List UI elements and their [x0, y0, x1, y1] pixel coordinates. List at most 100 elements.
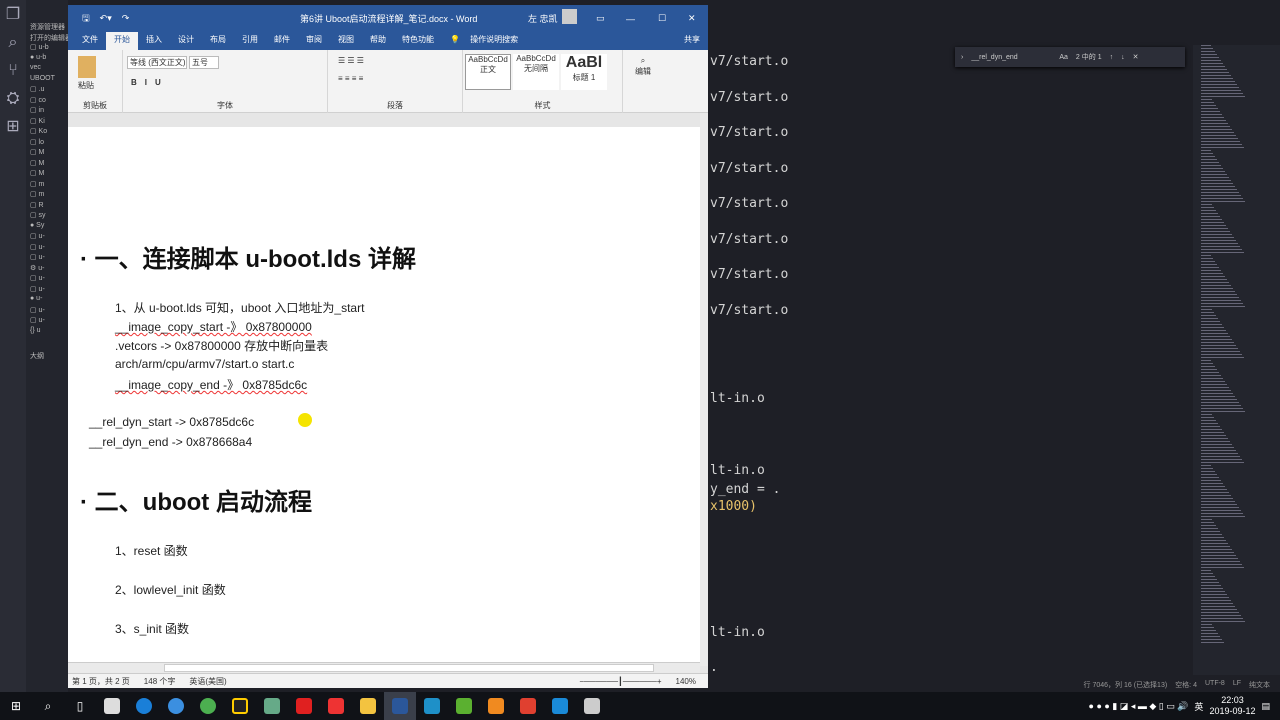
style-normal[interactable]: AaBbCcDd 正文	[465, 54, 511, 90]
file-item[interactable]: ▢ u-	[26, 232, 68, 243]
file-item[interactable]: ▢ u-	[26, 306, 68, 317]
document-page[interactable]: · 一、连接脚本 u-boot.lds 详解 1、从 u-boot.lds 可知…	[68, 127, 700, 666]
explorer-icon[interactable]: ❐	[0, 2, 26, 28]
match-case-icon[interactable]: Aa	[1059, 54, 1068, 61]
avatar[interactable]	[562, 9, 577, 24]
zoom-level[interactable]: 140%	[676, 677, 696, 686]
calculator-icon[interactable]	[576, 692, 608, 720]
qq-icon[interactable]	[224, 692, 256, 720]
redo-icon[interactable]: ↷	[122, 13, 130, 24]
tab-layout[interactable]: 布局	[202, 32, 234, 50]
style-heading-1[interactable]: AaBl 标题 1	[561, 54, 607, 90]
page-count[interactable]: 第 1 页，共 2 页	[72, 676, 130, 687]
tray-icons[interactable]: ● ● ● ▮ ◪ ◂ ▬ ◆ ▯ ▭ 🔊	[1089, 701, 1189, 712]
minimap[interactable]	[1193, 45, 1280, 675]
file-item[interactable]: ⚙ u-	[26, 264, 68, 275]
expand-replace-icon[interactable]: ›	[961, 54, 963, 61]
file-item[interactable]: ▢ u-b	[26, 43, 68, 54]
vertical-scrollbar[interactable]	[700, 113, 708, 666]
file-item[interactable]: ▢ Ki	[26, 117, 68, 128]
document-area[interactable]: · 一、连接脚本 u-boot.lds 详解 1、从 u-boot.lds 可知…	[68, 113, 700, 666]
tab-help[interactable]: 帮助	[362, 32, 394, 50]
folder-header[interactable]: UBOOT	[26, 75, 68, 86]
scroll-thumb[interactable]	[164, 664, 654, 672]
style-no-spacing[interactable]: AaBbCcDd 无间隔	[513, 54, 559, 90]
file-item[interactable]: ● u-b	[26, 54, 68, 65]
align-icons[interactable]: ≡ ≡ ≡ ≡	[338, 74, 363, 83]
save-icon[interactable]: 🖫	[82, 11, 90, 27]
file-item[interactable]: vec	[26, 64, 68, 75]
file-item[interactable]: ▢ sy	[26, 211, 68, 222]
file-item[interactable]: ▢ u-	[26, 316, 68, 327]
find-input[interactable]: __rel_dyn_end	[971, 54, 1051, 61]
format-buttons[interactable]: BIU	[131, 78, 169, 87]
camtasia-icon[interactable]	[448, 692, 480, 720]
next-match-icon[interactable]: ↓	[1121, 54, 1125, 61]
word-icon[interactable]	[384, 692, 416, 720]
ribbon-display-icon[interactable]: ▭	[596, 13, 605, 24]
maximize-button[interactable]: ☐	[658, 13, 666, 24]
outline-header[interactable]: 大纲	[26, 351, 68, 362]
clock[interactable]: 22:03 2019-09-12	[1209, 695, 1255, 717]
notification-icon[interactable]: ▤	[1261, 701, 1270, 712]
font-name-select[interactable]: 等线 (西文正文)	[127, 56, 187, 69]
open-editors-header[interactable]: 打开的编辑器	[26, 33, 68, 44]
file-item[interactable]: ▢ u-	[26, 243, 68, 254]
camtasia-recorder-icon[interactable]	[512, 692, 544, 720]
encoding[interactable]: UTF-8	[1205, 680, 1225, 692]
orange-app-icon[interactable]	[480, 692, 512, 720]
file-explorer-icon[interactable]	[352, 692, 384, 720]
file-item[interactable]: ● Sy	[26, 222, 68, 233]
window-app-icon[interactable]	[416, 692, 448, 720]
tab-design[interactable]: 设计	[170, 32, 202, 50]
file-item[interactable]: ▢ .u	[26, 85, 68, 96]
user-name[interactable]: 左 忠凯	[528, 12, 558, 25]
list-icons[interactable]: ☰ ☰ ☰	[338, 56, 364, 65]
browser-icon[interactable]	[160, 692, 192, 720]
source-control-icon[interactable]: ⑂	[0, 58, 26, 84]
close-button[interactable]: ✕	[688, 13, 696, 24]
zoom-slider[interactable]: −──────┃──────+	[579, 677, 661, 686]
cursor-position[interactable]: 行 7046，列 16 (已选择13)	[1084, 680, 1168, 692]
debug-icon[interactable]: ⛭	[0, 86, 26, 112]
close-icon[interactable]: ✕	[1133, 53, 1139, 61]
tab-references[interactable]: 引用	[234, 32, 266, 50]
file-item[interactable]: ▢ M	[26, 159, 68, 170]
tab-file[interactable]: 文件	[74, 32, 106, 50]
word-count[interactable]: 148 个字	[144, 676, 176, 687]
file-item[interactable]: ▢ m	[26, 190, 68, 201]
file-item[interactable]: ▢ R	[26, 201, 68, 212]
ime-indicator[interactable]: 英	[1194, 700, 1203, 713]
minimize-button[interactable]: —	[626, 14, 635, 24]
file-item[interactable]: ▢ Ko	[26, 127, 68, 138]
code-editor[interactable]: v7/start.o v7/start.o v7/start.o v7/star…	[708, 30, 1193, 680]
green-app-icon[interactable]	[192, 692, 224, 720]
file-item[interactable]: {} u	[26, 327, 68, 338]
paste-icon[interactable]	[78, 56, 96, 78]
extensions-icon[interactable]: ⊞	[0, 114, 26, 140]
horizontal-scrollbar[interactable]	[68, 662, 700, 673]
indentation[interactable]: 空格: 4	[1175, 680, 1197, 692]
task-view-icon[interactable]: ▯	[64, 692, 96, 720]
file-item[interactable]: ▢ u-	[26, 274, 68, 285]
file-item[interactable]: ▢ M	[26, 148, 68, 159]
tab-features[interactable]: 特色功能	[394, 32, 442, 50]
netease-music-icon[interactable]	[288, 692, 320, 720]
undo-icon[interactable]: ↶▾	[100, 13, 112, 24]
start-icon[interactable]: ⊞	[0, 692, 32, 720]
tell-me-search[interactable]: 💡 操作说明搜索	[442, 32, 534, 50]
file-item[interactable]: ▢ u-	[26, 285, 68, 296]
editing-group[interactable]: ⌕ 编辑	[628, 50, 658, 113]
language[interactable]: 英语(美国)	[189, 676, 226, 687]
red-app-icon[interactable]	[320, 692, 352, 720]
tab-review[interactable]: 审阅	[298, 32, 330, 50]
file-item[interactable]: ▢ lo	[26, 138, 68, 149]
paste-button[interactable]: 粘贴	[78, 80, 94, 91]
file-item[interactable]: ▢ co	[26, 96, 68, 107]
eol[interactable]: LF	[1233, 680, 1241, 692]
search-icon[interactable]: ⌕	[0, 30, 26, 56]
tab-view[interactable]: 视图	[330, 32, 362, 50]
file-item[interactable]: ▢ M	[26, 169, 68, 180]
previous-match-icon[interactable]: ↑	[1110, 54, 1114, 61]
share-button[interactable]: 共享	[676, 32, 708, 50]
